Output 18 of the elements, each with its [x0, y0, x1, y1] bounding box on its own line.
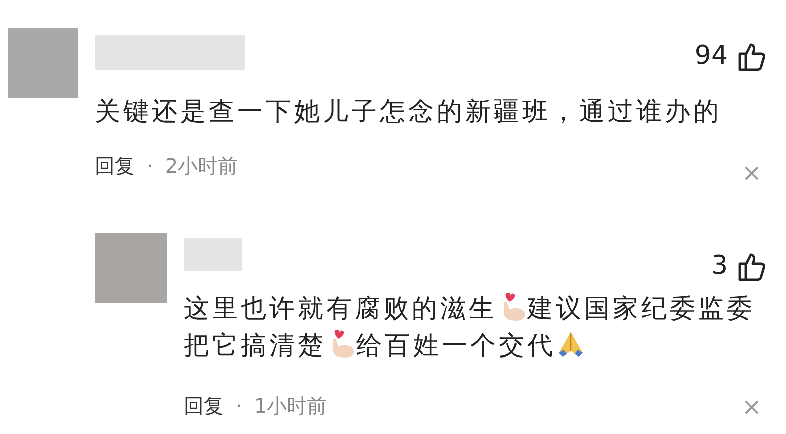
comment-text: 给百姓一个交代	[356, 331, 556, 361]
comment-text: 这里也许就有腐败的滋生	[184, 294, 498, 324]
avatar	[8, 28, 78, 98]
blurred-name	[184, 238, 242, 271]
separator-dot: ·	[236, 393, 242, 420]
like-count: 94	[694, 40, 728, 73]
reply-link[interactable]: 回复	[95, 151, 135, 181]
like-count: 3	[711, 250, 728, 283]
comment-text: 关键还是查一下她儿子怎念的新疆班，通过谁办的	[95, 97, 722, 127]
avatar	[95, 233, 167, 303]
timestamp: 2小时前	[165, 153, 238, 180]
reply-link[interactable]: 回复	[184, 391, 224, 421]
comment-text: 把它搞清楚	[184, 331, 326, 361]
timestamp: 1小时前	[254, 393, 328, 420]
thumbs-up-icon[interactable]	[738, 42, 766, 72]
separator-dot: ·	[147, 153, 154, 180]
thumbs-up-icon[interactable]	[738, 252, 766, 282]
comment-text: 建议国家纪委监委	[528, 294, 756, 324]
